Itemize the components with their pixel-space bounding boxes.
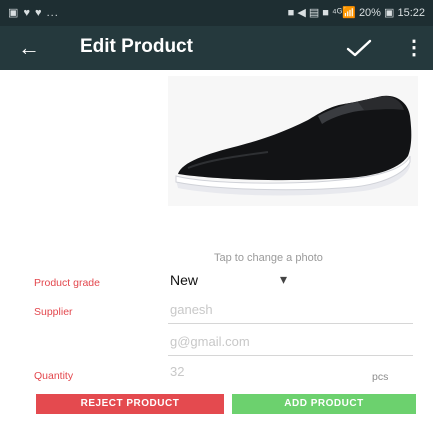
supplier-label: Supplier [34, 306, 73, 318]
supplier-email-field[interactable]: g@gmail.com [168, 334, 413, 356]
app-bar: ← Edit Product ⋮ [0, 26, 433, 70]
status-left-icons: ▣ ♥ ♥ ... [8, 7, 59, 19]
more-vert-icon[interactable]: ⋮ [404, 34, 424, 62]
reject-product-button[interactable]: REJECT PRODUCT [36, 394, 224, 414]
quantity-unit: pcs [372, 371, 389, 383]
chevron-down-icon[interactable]: ▾ [280, 271, 287, 288]
shoe-image [175, 95, 412, 196]
quantity-label: Quantity [34, 370, 74, 382]
supplier-name-field[interactable]: ganesh [168, 302, 413, 324]
product-grade-label: Product grade [34, 277, 100, 289]
quantity-field[interactable]: 32 [168, 364, 368, 386]
back-arrow-icon[interactable]: ← [14, 34, 44, 62]
add-product-button[interactable]: ADD PRODUCT [232, 394, 416, 414]
check-icon[interactable] [344, 34, 374, 62]
product-grade-select[interactable]: New [170, 272, 198, 288]
status-bar: ▣ ♥ ♥ ... ■ ◀ ▤ ■ ⁴ᴳ📶 20% ▣ 15:22 [0, 0, 433, 26]
status-right-info: ■ ◀ ▤ ■ ⁴ᴳ📶 20% ▣ 15:22 [287, 7, 425, 19]
photo-hint: Tap to change a photo [214, 252, 323, 264]
product-photo[interactable] [168, 76, 418, 206]
page-title: Edit Product [80, 36, 193, 57]
